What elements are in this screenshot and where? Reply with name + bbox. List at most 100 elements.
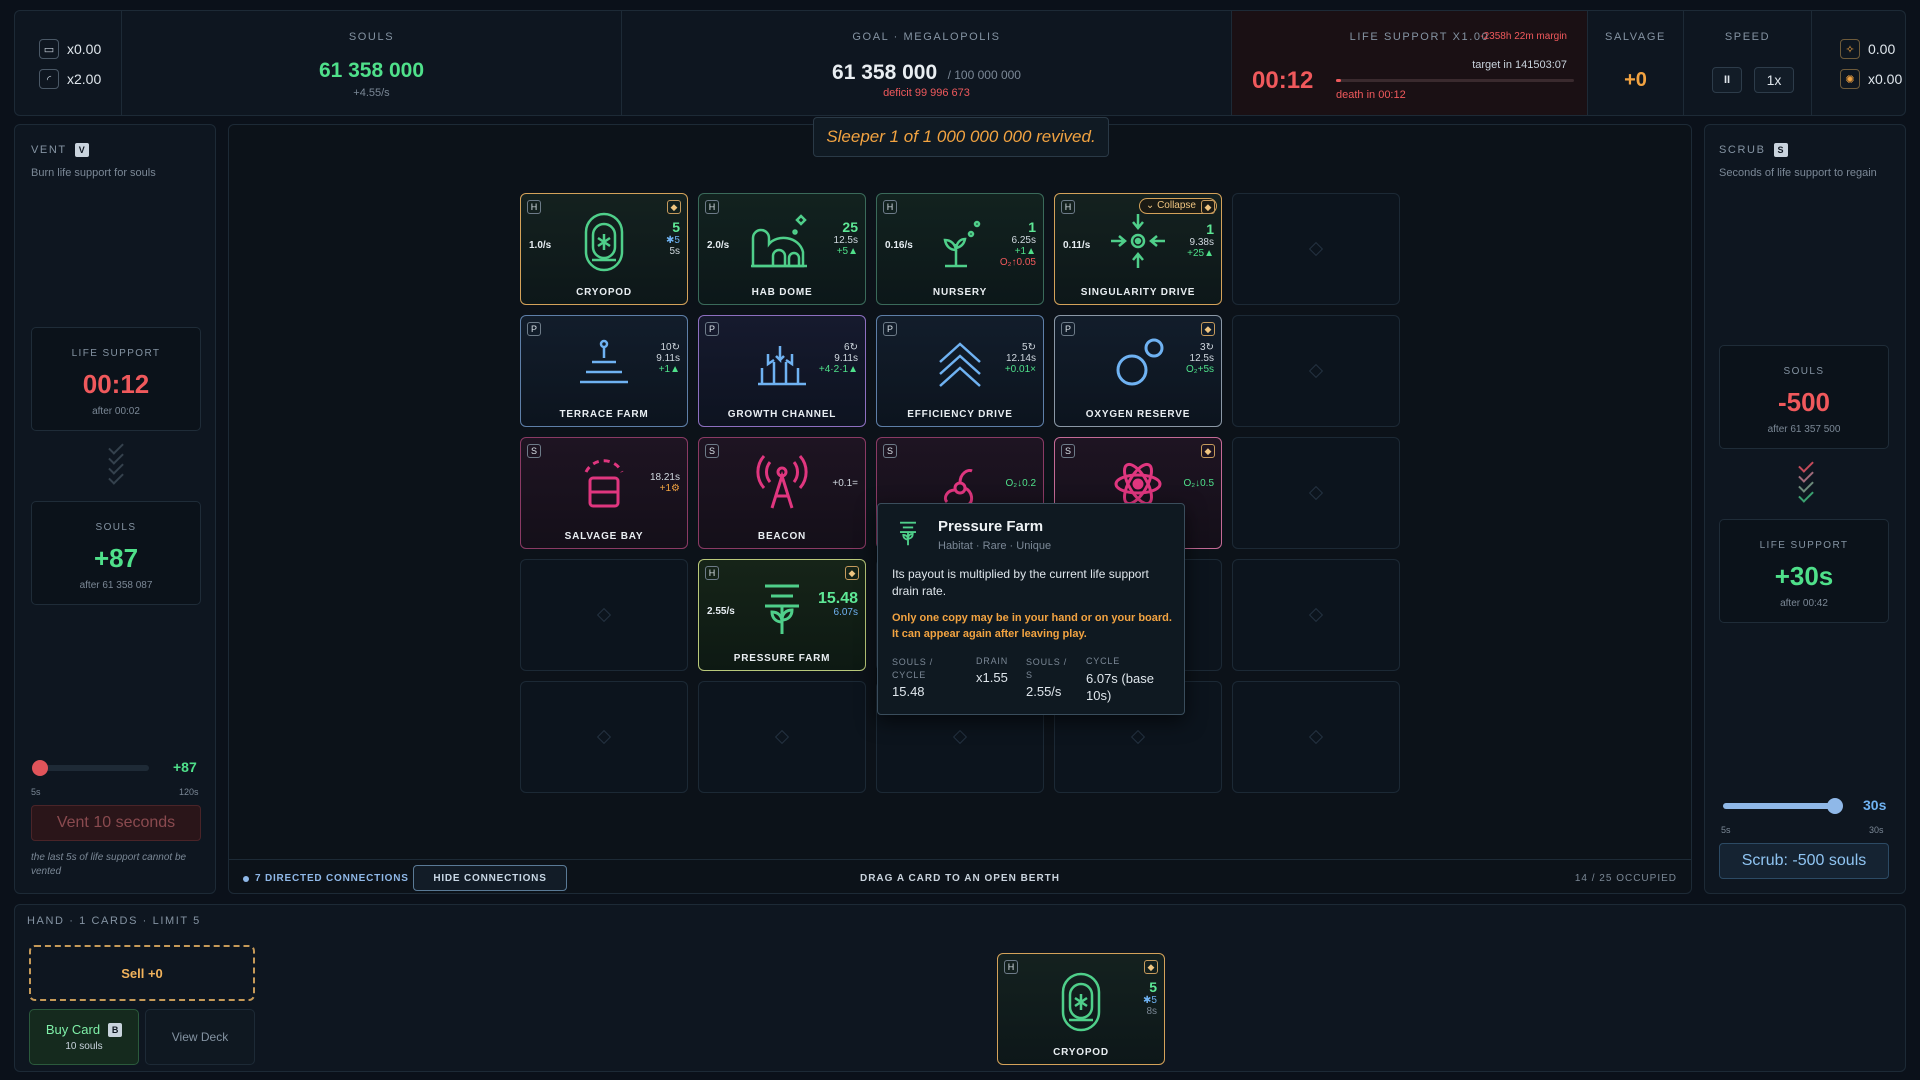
slot-diamond-icon [1130,729,1146,745]
scrub-souls-box: SOULS -500 after 61 357 500 [1719,345,1889,449]
antenna-icon [756,455,808,509]
slot-diamond-icon [1308,485,1324,501]
pause-button[interactable]: II [1712,67,1742,93]
speed-button[interactable]: 1x [1754,67,1794,93]
view-deck-button[interactable]: View Deck [145,1009,255,1065]
bubbles-icon [1116,338,1164,386]
card-tooltip: Pressure Farm Habitat · Rare · Unique It… [877,503,1185,715]
terrace-icon [580,339,628,384]
board: Sleeper 1 of 1 000 000 000 revived. H ◆ … [228,117,1692,894]
pressure-farm-icon [765,584,799,634]
death-countdown: death in 00:12 [1336,89,1406,101]
diamond-icon: ◆ [667,200,681,214]
scrub-life-support-value: +30s [1774,561,1834,591]
vent-title: VENT [31,144,67,156]
vent-button[interactable]: Vent 10 seconds [31,805,201,841]
life-support-timer: 00:12 [1252,67,1314,94]
scrub-hotkey: S [1773,143,1788,157]
right-multipliers: ✧ 0.00 ✺ x0.00 [1811,11,1907,115]
vent-note: the last 5s of life support cannot be ve… [31,852,187,877]
vent-souls-value: +87 [93,543,139,573]
card-growth-channel[interactable]: P 6↻ 9.11s +4·2·1▲ GROWTH CHANNEL [698,315,866,427]
pressure-farm-icon [900,521,916,546]
burst-icon: ✺ [1840,69,1860,89]
board-slot[interactable] [1232,193,1400,305]
vent-slider-value: +87 [173,759,197,775]
card-efficiency-drive[interactable]: P 5↻ 12.14s +0.01× EFFICIENCY DRIVE [876,315,1044,427]
scrub-title: SCRUB [1719,144,1766,156]
card-terrace-farm[interactable]: P 10↻ 9.11s +1▲ TERRACE FARM [520,315,688,427]
diamond-icon: ◆ [1201,444,1215,458]
vent-life-support-value: 00:12 [82,369,150,399]
vent-slider[interactable] [31,760,149,776]
sell-dropzone[interactable]: Sell +0 [29,945,255,1001]
vent-hotkey: V [74,143,89,157]
hand-panel: HAND · 1 CARDS · LIMIT 5 Sell +0 Buy Car… [14,904,1906,1072]
board-slot[interactable] [1232,437,1400,549]
buy-hotkey: B [108,1022,123,1037]
scrub-slider-value: 30s [1863,797,1887,813]
chevrons-up-icon [939,342,981,387]
board-slot[interactable] [698,681,866,793]
vent-slider-thumb[interactable] [31,760,48,776]
left-multiplier-1: ▭ x0.00 [39,39,101,59]
sprout-icon [943,220,981,268]
salvage-icon [584,459,624,508]
card-oxygen-reserve[interactable]: P ◆ 3↻ 12.5s O₂+5s OXYGEN RESERVE [1054,315,1222,427]
life-support-section: LIFE SUPPORT X1.00 -2358h 22m margin 00:… [1231,11,1587,115]
tooltip-subtitle: Habitat · Rare · Unique [938,540,1052,552]
slot-diamond-icon [1308,241,1324,257]
scrub-life-support-box: LIFE SUPPORT +30s after 00:42 [1719,519,1889,623]
board-slot[interactable] [520,559,688,671]
card-nursery[interactable]: H 0.16/s 1 6.25s +1▲ O₂↑0.05 NURSERY [876,193,1044,305]
scrub-slider[interactable] [1723,798,1843,814]
goal-value: 61 358 000 [832,61,938,84]
souls-value: 61 358 000 [318,59,425,82]
tooltip-souls-per-second: 2.55/s [1026,684,1062,699]
buy-card-button[interactable]: Buy Card B 10 souls [29,1009,139,1065]
card-pressure-farm[interactable]: H ◆ 2.55/s 15.48 6.07s PRESSURE FARM [698,559,866,671]
life-support-target: target in 141503:07 [1472,59,1567,71]
hand-card-cryopod[interactable]: H ◆ 5 ✱5 8s CRYOPOD [997,953,1165,1065]
card-hab-dome[interactable]: H 2.0/s 25 12.5s +5▲ HAB DOME [698,193,866,305]
board-slot[interactable] [1232,315,1400,427]
tooltip-drain: x1.55 [976,670,1008,685]
board-slot[interactable] [1232,681,1400,793]
vent-panel: VENT V Burn life support for souls LIFE … [14,124,216,894]
board-slot[interactable] [1232,559,1400,671]
occupied-count: 14 / 25 OCCUPIED [1574,873,1677,884]
tooltip-warning: Only one copy may be in your hand or on … [892,612,1172,640]
diamond-icon: ◆ [1144,960,1158,974]
vent-life-support-box: LIFE SUPPORT 00:12 after 00:02 [31,327,201,431]
scrub-slider-thumb[interactable] [1827,798,1843,814]
tooltip-title: Pressure Farm [938,518,1044,535]
dome-icon [751,214,807,268]
slot-diamond-icon [1308,363,1324,379]
diamond-icon: ◆ [845,566,859,580]
goal-target: / 100 000 000 [947,68,1021,82]
life-support-margin: -2358h 22m margin [1480,31,1567,42]
scrub-button[interactable]: Scrub: -500 souls [1719,843,1889,879]
slot-diamond-icon [1308,729,1324,745]
sparkle-icon: ✧ [1840,39,1860,59]
diamond-icon: ◆ [1201,200,1215,214]
slot-diamond-icon [774,729,790,745]
cryopod-icon [584,212,624,272]
card-salvage-bay[interactable]: S 18.21s +1⚙ SALVAGE BAY [520,437,688,549]
tooltip-souls-per-cycle: 15.48 [892,684,925,699]
slot-diamond-icon [952,729,968,745]
card-beacon[interactable]: S +0.1= BEACON [698,437,866,549]
salvage-value: +0 [1624,69,1647,91]
battery-icon: ▭ [39,39,59,59]
board-slot[interactable] [520,681,688,793]
singularity-icon [1111,214,1165,268]
scrub-panel: SCRUB S Seconds of life support to regai… [1704,124,1906,894]
revival-banner: Sleeper 1 of 1 000 000 000 revived. [813,117,1109,157]
hand-label: HAND · 1 CARDS · LIMIT 5 [27,915,201,927]
vent-description: Burn life support for souls [31,167,156,179]
souls-section: SOULS 61 358 000 +4.55/s [121,11,621,115]
slot-diamond-icon [1308,607,1324,623]
card-singularity-drive[interactable]: H ⌄ Collapse ◆ 0.11/s 1 9.38s +25▲ SINGULA… [1054,193,1222,305]
card-cryopod[interactable]: H ◆ 1.0/s 5 ✱5 5s CRYOPOD [520,193,688,305]
life-support-bar [1336,79,1574,82]
